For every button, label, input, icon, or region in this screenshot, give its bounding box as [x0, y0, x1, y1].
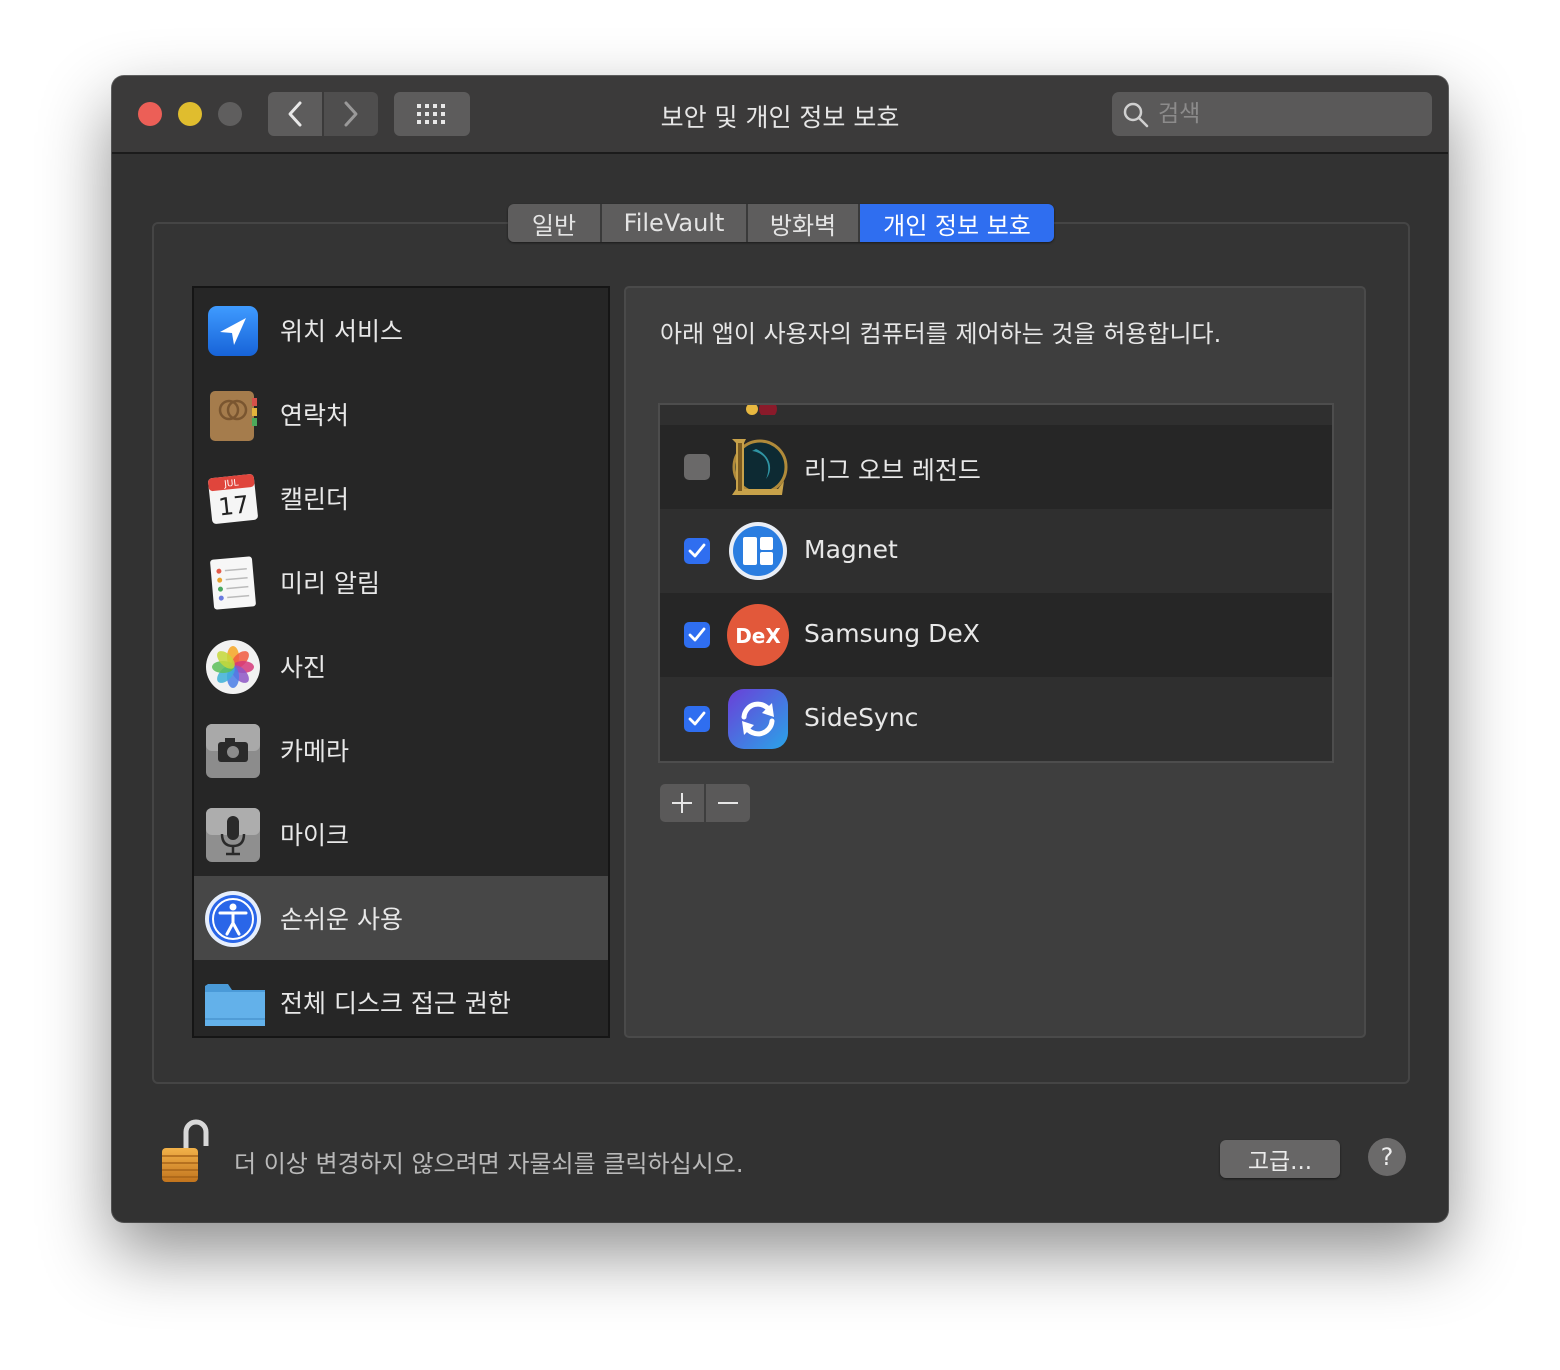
app-name: Samsung DeX: [804, 619, 980, 648]
app-name: Magnet: [804, 535, 898, 564]
app-checkbox[interactable]: [684, 706, 710, 732]
sidebar-item-reminders[interactable]: 미리 알림: [194, 540, 608, 624]
app-row-magnet[interactable]: Magnet: [660, 509, 1332, 593]
sidebar-item-label: 연락처: [280, 401, 350, 430]
system-preferences-window: 보안 및 개인 정보 보호 일반 FileVault 방화벽 개인 정보 보호 …: [112, 76, 1448, 1222]
calendar-day: 17: [217, 490, 250, 521]
add-app-button[interactable]: [660, 784, 706, 822]
camera-icon: [204, 722, 262, 780]
accessibility-icon: [204, 890, 262, 948]
tab-filevault[interactable]: FileVault: [602, 204, 748, 242]
plus-icon: [672, 793, 692, 813]
photos-icon: [204, 638, 262, 696]
sidebar-item-label: 위치 서비스: [280, 317, 403, 346]
app-name: SideSync: [804, 703, 919, 732]
sidebar-item-calendar[interactable]: JUL 17 캘린더: [194, 456, 608, 540]
app-name: 리그 오브 레전드: [804, 456, 981, 485]
app-row-sidesync[interactable]: SideSync: [660, 677, 1332, 761]
app-checkbox[interactable]: [684, 538, 710, 564]
folder-icon: [204, 974, 265, 1032]
help-button[interactable]: ?: [1368, 1138, 1406, 1176]
search-input[interactable]: [1156, 98, 1420, 130]
checkmark-icon: [688, 711, 706, 726]
padlock-button[interactable]: [154, 1118, 216, 1188]
sidebar-item-camera[interactable]: 카메라: [194, 708, 608, 792]
list-item: [660, 405, 1332, 425]
sidesync-icon: [726, 687, 790, 751]
checkmark-icon: [688, 543, 706, 558]
app-row-samsung-dex[interactable]: DeX Samsung DeX: [660, 593, 1332, 677]
sidebar-item-label: 사진: [280, 653, 327, 682]
sidebar-item-label: 마이크: [280, 821, 350, 850]
sidebar-item-location-services[interactable]: 위치 서비스: [194, 288, 608, 372]
search-icon: [1123, 102, 1149, 128]
sidebar-item-accessibility[interactable]: 손쉬운 사용: [194, 876, 608, 960]
app-checkbox[interactable]: [684, 622, 710, 648]
tab-privacy[interactable]: 개인 정보 보호: [860, 204, 1054, 242]
remove-app-button[interactable]: [706, 784, 750, 822]
sidebar-item-photos[interactable]: 사진: [194, 624, 608, 708]
add-remove-control: [660, 784, 750, 822]
calendar-month: JUL: [223, 478, 239, 490]
tab-bar: 일반 FileVault 방화벽 개인 정보 보호: [508, 204, 1054, 242]
sidebar-item-label: 카메라: [280, 737, 350, 766]
calendar-icon: JUL 17: [204, 470, 262, 528]
microphone-icon: [204, 806, 262, 864]
lock-instruction: 더 이상 변경하지 않으려면 자물쇠를 클릭하십시오.: [234, 1150, 744, 1178]
location-arrow-icon: [204, 302, 262, 360]
tab-general[interactable]: 일반: [508, 204, 602, 242]
checkmark-icon: [688, 627, 706, 642]
unlocked-padlock-icon: [162, 1119, 209, 1182]
contacts-book-icon: [204, 386, 262, 444]
privacy-category-list: 위치 서비스 연락처 JUL 17 캘린더 미리 알림 사진 카메라 마이크 손…: [192, 286, 610, 1038]
sidebar-item-contacts[interactable]: 연락처: [194, 372, 608, 456]
search-box[interactable]: [1112, 92, 1432, 136]
app-row-league-of-legends[interactable]: 리그 오브 레전드: [660, 425, 1332, 509]
advanced-button[interactable]: 고급...: [1220, 1140, 1340, 1178]
samsung-dex-icon-text: DeX: [735, 624, 781, 648]
app-list[interactable]: 리그 오브 레전드 Magnet DeX Samsung DeX SideSyn…: [658, 403, 1334, 763]
sidebar-item-label: 미리 알림: [280, 569, 380, 598]
permission-description: 아래 앱이 사용자의 컴퓨터를 제어하는 것을 허용합니다.: [660, 320, 1222, 348]
sidebar-item-full-disk-access[interactable]: 전체 디스크 접근 권한: [194, 960, 608, 1036]
partial-app-icon: [726, 405, 790, 418]
magnet-icon: [726, 519, 790, 583]
reminders-icon: [204, 554, 262, 612]
app-checkbox[interactable]: [684, 454, 710, 480]
sidebar-item-label: 캘린더: [280, 485, 350, 514]
privacy-detail-pane: 아래 앱이 사용자의 컴퓨터를 제어하는 것을 허용합니다. 리그 오브 레전드: [624, 286, 1366, 1038]
samsung-dex-icon: DeX: [726, 603, 790, 667]
sidebar-item-label: 전체 디스크 접근 권한: [280, 989, 511, 1018]
tab-firewall[interactable]: 방화벽: [748, 204, 860, 242]
title-bar: 보안 및 개인 정보 보호: [112, 76, 1448, 154]
sidebar-item-microphone[interactable]: 마이크: [194, 792, 608, 876]
minus-icon: [718, 802, 738, 804]
league-of-legends-icon: [726, 435, 790, 499]
sidebar-item-label: 손쉬운 사용: [280, 905, 403, 934]
